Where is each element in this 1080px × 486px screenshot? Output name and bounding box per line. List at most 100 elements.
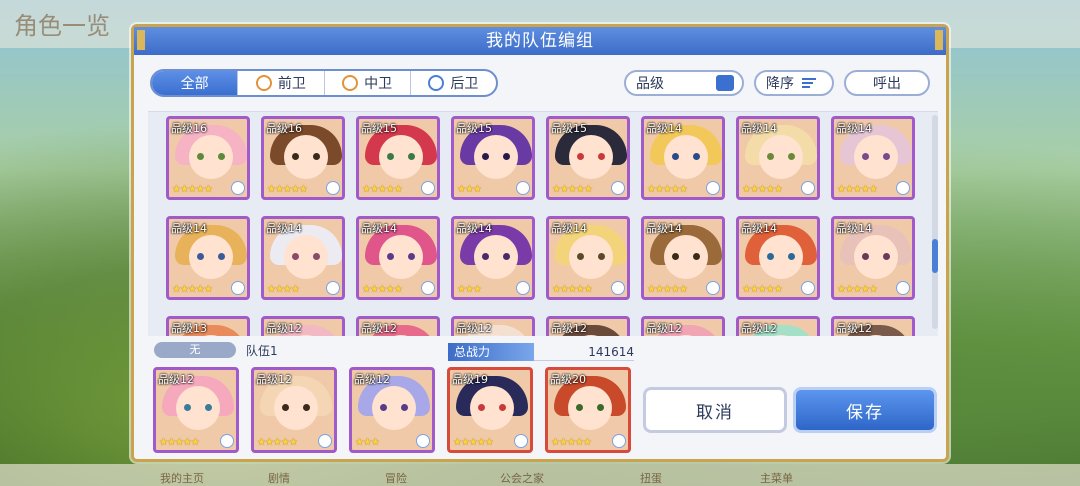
card-level: 品级14: [646, 222, 682, 235]
call-label: 呼出: [873, 76, 901, 92]
character-eyes: [767, 153, 795, 160]
total-power-value: 141614: [588, 345, 634, 359]
card-stars: ★★★: [355, 437, 380, 448]
position-icon: [611, 281, 625, 295]
character-eyes: [197, 253, 225, 260]
card-stars: ★★★★★: [362, 284, 403, 295]
character-eyes: [577, 253, 605, 260]
character-card[interactable]: 品级14 ★★★★: [261, 216, 345, 300]
card-stars: ★★★★★: [362, 184, 403, 195]
character-card[interactable]: 品级12: [356, 316, 440, 336]
character-card[interactable]: 品级13: [166, 316, 250, 336]
card-level: 品级16: [171, 122, 207, 135]
character-card[interactable]: 品级14 ★★★★★: [641, 116, 725, 200]
tab-all[interactable]: 全部: [152, 71, 238, 95]
character-eyes: [380, 404, 408, 411]
position-icon: [326, 281, 340, 295]
character-card[interactable]: 品级12 ★★★★★: [153, 367, 239, 453]
character-card[interactable]: 品级14 ★★★★★: [736, 116, 820, 200]
tab-back[interactable]: 后卫: [409, 71, 496, 95]
character-card[interactable]: 品级14 ★★★★★: [546, 216, 630, 300]
character-card[interactable]: 品级12 ★★★★★: [251, 367, 337, 453]
frame-corner-left: [137, 30, 145, 50]
card-level: 品级14: [741, 122, 777, 135]
frame-corner-right: [935, 30, 943, 50]
character-eyes: [482, 153, 510, 160]
toggle-icon: [716, 75, 734, 91]
background-nav-item: 扭蛋: [640, 472, 662, 485]
tab-middle-label: 中卫: [364, 76, 393, 92]
character-eyes: [767, 253, 795, 260]
character-card[interactable]: 品级14 ★★★★★: [831, 116, 915, 200]
card-stars: ★★★★★: [267, 184, 308, 195]
card-stars: ★★★★★: [742, 184, 783, 195]
roster-scrollbar[interactable]: [932, 115, 938, 329]
character-card[interactable]: 品级15 ★★★★★: [356, 116, 440, 200]
character-card[interactable]: 品级12: [736, 316, 820, 336]
card-level: 品级13: [171, 322, 207, 335]
card-level: 品级12: [551, 322, 587, 335]
character-card[interactable]: 品级16 ★★★★★: [261, 116, 345, 200]
character-card[interactable]: 品级14 ★★★★★: [166, 216, 250, 300]
character-card[interactable]: 品级12 ★★★: [349, 367, 435, 453]
character-card[interactable]: 品级12: [831, 316, 915, 336]
character-eyes: [292, 153, 320, 160]
tab-front-label: 前卫: [277, 76, 306, 92]
position-icon: [416, 434, 430, 448]
character-card[interactable]: 品级16 ★★★★★: [166, 116, 250, 200]
character-card[interactable]: 品级14 ★★★: [451, 216, 535, 300]
character-card[interactable]: 品级12: [451, 316, 535, 336]
card-level: 品级14: [361, 222, 397, 235]
character-card[interactable]: 品级14 ★★★★★: [736, 216, 820, 300]
card-level: 品级12: [741, 322, 777, 335]
scrollbar-thumb[interactable]: [932, 239, 938, 273]
position-icon: [231, 181, 245, 195]
card-stars: ★★★★★: [551, 437, 592, 448]
card-level: 品级15: [551, 122, 587, 135]
front-icon: [255, 75, 272, 91]
call-button[interactable]: 呼出: [844, 70, 930, 96]
character-card[interactable]: 品级20 ★★★★★: [545, 367, 631, 453]
character-eyes: [184, 404, 212, 411]
character-eyes: [478, 404, 506, 411]
character-card[interactable]: 品级12: [641, 316, 725, 336]
card-level: 品级12: [158, 373, 194, 386]
card-level: 品级14: [266, 222, 302, 235]
position-icon: [612, 434, 626, 448]
save-button[interactable]: 保存: [793, 387, 937, 433]
character-eyes: [577, 153, 605, 160]
character-card[interactable]: 品级14 ★★★★★: [831, 216, 915, 300]
position-icon: [896, 181, 910, 195]
card-level: 品级12: [361, 322, 397, 335]
tab-front[interactable]: 前卫: [237, 71, 323, 95]
total-power-label: 总战力: [448, 343, 534, 361]
position-icon: [326, 181, 340, 195]
character-roster-grid[interactable]: 品级16 ★★★★★ 品级16 ★★★★★ 品级15 ★★★★★ 品级15 ★★★ 品级15 ★★…: [148, 111, 938, 336]
character-card[interactable]: 品级12: [546, 316, 630, 336]
character-card[interactable]: 品级15 ★★★★★: [546, 116, 630, 200]
back-icon: [428, 75, 445, 91]
character-eyes: [862, 253, 890, 260]
sort-by-button[interactable]: 品级: [624, 70, 744, 96]
card-stars: ★★★★★: [159, 437, 200, 448]
card-stars: ★★★★★: [552, 184, 593, 195]
position-icon: [706, 181, 720, 195]
character-eyes: [292, 253, 320, 260]
order-button[interactable]: 降序: [754, 70, 834, 96]
character-card[interactable]: 品级15 ★★★: [451, 116, 535, 200]
position-icon: [896, 281, 910, 295]
background-nav-item: 公会之家: [500, 472, 544, 485]
character-card[interactable]: 品级14 ★★★★★: [641, 216, 725, 300]
sort-by-label: 品级: [636, 76, 664, 92]
tab-back-label: 后卫: [450, 76, 479, 92]
card-level: 品级12: [456, 322, 492, 335]
tab-middle[interactable]: 中卫: [323, 71, 410, 95]
background-nav-item: 冒险: [385, 472, 407, 485]
card-stars: ★★★: [457, 184, 482, 195]
cancel-button[interactable]: 取消: [643, 387, 787, 433]
character-card[interactable]: 品级14 ★★★★★: [356, 216, 440, 300]
card-stars: ★★★★: [267, 284, 300, 295]
character-card[interactable]: 品级19 ★★★★★: [447, 367, 533, 453]
background-nav-item: 我的主页: [160, 472, 204, 485]
character-card[interactable]: 品级12: [261, 316, 345, 336]
